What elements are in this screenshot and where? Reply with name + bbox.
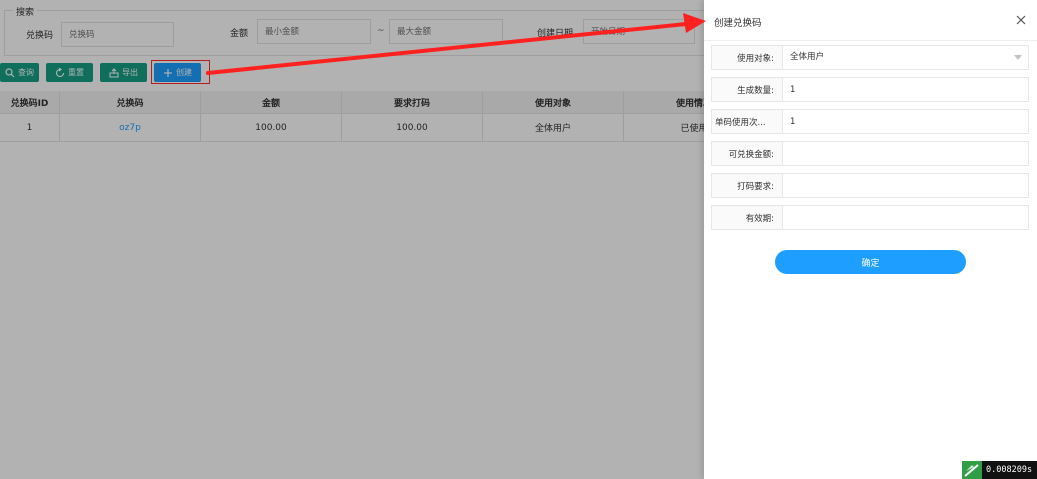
create-code-drawer: 创建兑换码 使用对象: 全体用户 生成数量: 单码使用次... 可兑换金额: 打… [704,0,1037,479]
validity-label: 有效期: [711,205,783,230]
quantity-input[interactable] [783,77,1029,102]
target-select[interactable]: 全体用户 [783,45,1029,70]
redeem-amount-label: 可兑换金额: [711,141,783,166]
form-row-target: 使用对象: 全体用户 [711,45,1029,70]
chevron-down-icon [1014,55,1022,60]
form-row-quantity: 生成数量: [711,77,1029,102]
form-row-amount: 可兑换金额: [711,141,1029,166]
uses-per-code-input[interactable] [783,109,1029,134]
drawer-header: 创建兑换码 [704,0,1037,41]
wager-requirement-input[interactable] [783,173,1029,198]
redeem-amount-input[interactable] [783,141,1029,166]
render-timer-badge: 0.008209s [962,461,1037,479]
leaf-logo-icon [962,461,982,479]
target-label: 使用对象: [711,45,783,70]
validity-input[interactable] [783,205,1029,230]
form-row-uses-per-code: 单码使用次... [711,109,1029,134]
wager-requirement-label: 打码要求: [711,173,783,198]
modal-overlay[interactable] [0,0,704,479]
quantity-label: 生成数量: [711,77,783,102]
drawer-title: 创建兑换码 [714,18,762,29]
timer-value: 0.008209s [986,465,1033,475]
uses-per-code-label: 单码使用次... [711,109,783,134]
confirm-button[interactable]: 确定 [775,250,966,274]
form-row-wager: 打码要求: [711,173,1029,198]
form-row-validity: 有效期: [711,205,1029,230]
close-icon[interactable] [1015,14,1027,26]
